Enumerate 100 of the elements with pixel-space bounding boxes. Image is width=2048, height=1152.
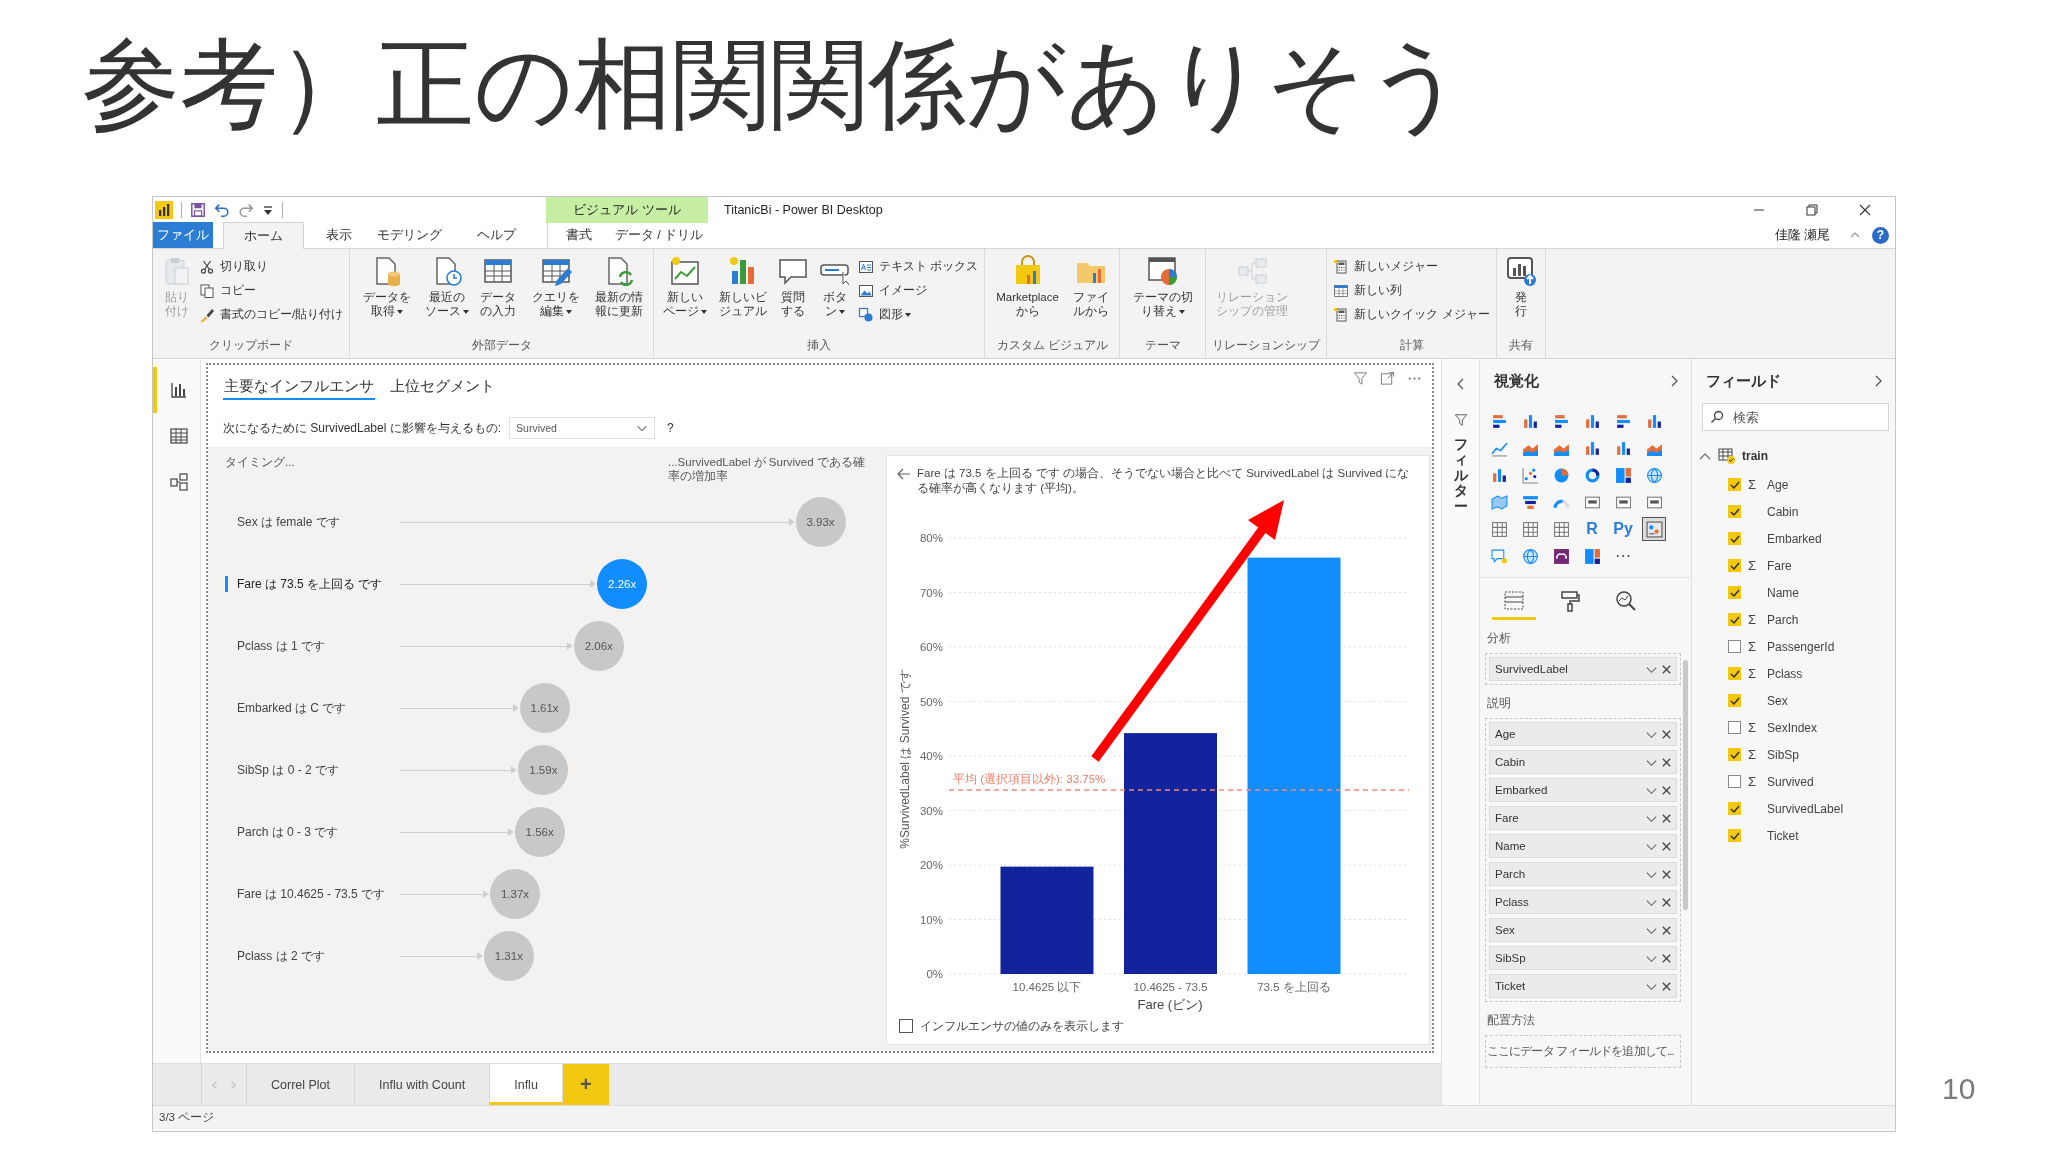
influencer-label[interactable]: Embarked は C です (225, 700, 347, 716)
redo-icon[interactable] (238, 202, 254, 218)
ribbon-tab[interactable]: ファイル (153, 222, 213, 248)
caret-icon[interactable] (904, 312, 911, 317)
field-chip[interactable]: Fare (1489, 806, 1677, 830)
ribbon-button[interactable]: 図形 (857, 304, 979, 325)
influencer-label[interactable]: Fare は 73.5 を上回る です (225, 576, 383, 592)
ribbon-button[interactable]: コピー (199, 280, 344, 301)
ribbon-tab[interactable]: データ / ドリル (609, 222, 709, 248)
close-icon[interactable] (1858, 204, 1871, 216)
checkbox[interactable] (899, 1019, 913, 1033)
ribbon-button[interactable]: テーマの切り替え (1126, 255, 1200, 338)
field-name[interactable]: Name (1767, 585, 1799, 600)
undo-icon[interactable] (214, 202, 230, 218)
influence-bubble[interactable]: 1.56x (514, 807, 565, 857)
ribbon-button[interactable]: Marketplaceから (991, 255, 1065, 338)
field-chip[interactable]: Age (1489, 722, 1677, 746)
field-name[interactable]: Pclass (1767, 666, 1803, 681)
influencer-label[interactable]: Fare は 10.4625 - 73.5 です (225, 886, 386, 902)
field-name[interactable]: Ticket (1767, 828, 1799, 843)
python-visual-icon[interactable]: Py (1611, 517, 1635, 541)
field-chip[interactable]: Pclass (1489, 890, 1677, 914)
field-chip[interactable]: Embarked (1489, 778, 1677, 802)
page-tab[interactable]: Influ (490, 1064, 563, 1105)
chart-bar[interactable] (1000, 866, 1094, 974)
caret-icon[interactable] (565, 309, 572, 314)
ribbon-button[interactable]: イメージ (857, 280, 979, 301)
field-name[interactable]: Fare (1767, 558, 1792, 573)
ribbon-button[interactable]: 切り取り (199, 256, 344, 277)
field-name[interactable]: SurvivedLabel (1767, 801, 1844, 816)
ribbon-button[interactable]: 新しいビジュアル (714, 255, 772, 338)
visual-tab[interactable]: 上位セグメント (389, 374, 496, 400)
data-view-icon[interactable] (168, 426, 189, 446)
app-logo-icon[interactable] (155, 201, 173, 219)
field-name[interactable]: SibSp (1767, 747, 1800, 762)
field-chip[interactable]: Sex (1489, 918, 1677, 942)
influencer-label[interactable]: SibSp は 0 - 2 です (225, 762, 340, 778)
influencer-label[interactable]: Pclass は 2 です (225, 948, 326, 964)
influencer-label[interactable]: Parch は 0 - 3 です (225, 824, 339, 840)
ribbon-button[interactable]: データを取得 (356, 255, 418, 338)
influence-bubble[interactable]: 2.06x (573, 621, 624, 671)
ribbon-tab[interactable]: 書式 (547, 222, 609, 248)
ribbon-tab[interactable]: ホーム (223, 222, 304, 249)
ribbon-tab[interactable]: ヘルプ (446, 222, 547, 248)
field-chip[interactable]: SurvivedLabel (1489, 657, 1677, 681)
ribbon-button[interactable]: ファイルから (1068, 255, 1114, 338)
help-button[interactable]: ? (1872, 226, 1889, 244)
search-icon[interactable] (1710, 410, 1724, 424)
ribbon-button[interactable]: 最新の情報に更新 (590, 255, 648, 338)
caret-icon[interactable] (462, 309, 469, 314)
field-name[interactable]: Sex (1767, 693, 1788, 708)
checkbox[interactable] (1728, 721, 1741, 734)
save-icon[interactable] (190, 202, 206, 218)
ribbon-button[interactable]: テキスト ボックス (857, 256, 979, 277)
table-name[interactable]: train (1742, 449, 1768, 463)
ribbon-button[interactable]: 新しい列 (1333, 280, 1490, 301)
influence-bubble[interactable]: 1.31x (483, 931, 534, 981)
influence-bubble[interactable]: 3.93x (795, 497, 846, 547)
field-chip[interactable]: Parch (1489, 862, 1677, 886)
influence-bubble[interactable]: 1.37x (490, 869, 540, 919)
ribbon-button[interactable]: ボタン (815, 255, 854, 338)
filters-pane-label[interactable]: フィルター (1453, 437, 1468, 514)
more-icon[interactable]: ⋯ (1611, 544, 1635, 568)
field-name[interactable]: SexIndex (1767, 720, 1818, 735)
ribbon-button[interactable]: クエリを編集 (525, 255, 587, 338)
field-chip[interactable]: Cabin (1489, 750, 1677, 774)
caret-icon[interactable] (396, 309, 403, 314)
field-name[interactable]: Age (1767, 477, 1789, 492)
checkbox[interactable] (1728, 775, 1741, 788)
focus-mode-icon[interactable] (1380, 371, 1395, 386)
ribbon-button[interactable]: 発行 (1502, 255, 1539, 338)
ribbon-button[interactable]: データの入力 (475, 255, 522, 338)
ribbon-tab[interactable]: 表示 (304, 222, 373, 248)
field-chip[interactable]: Name (1489, 834, 1677, 858)
dropdown[interactable]: Survived (509, 417, 656, 439)
ribbon-button[interactable]: 書式のコピー/貼り付け (199, 304, 344, 325)
influence-bubble[interactable]: 1.61x (519, 683, 570, 733)
key-influencers-icon[interactable] (1642, 517, 1666, 541)
r-visual-icon[interactable]: R (1580, 517, 1604, 541)
field-chip[interactable]: Ticket (1489, 974, 1677, 998)
influence-bubble[interactable]: 1.59x (518, 745, 569, 795)
field-name[interactable]: Parch (1767, 612, 1799, 627)
report-view-icon[interactable] (168, 380, 189, 400)
analytics-icon[interactable] (1614, 588, 1638, 613)
scrollbar-thumb[interactable] (1683, 660, 1688, 910)
field-name[interactable]: PassengerId (1767, 639, 1835, 654)
customize-icon[interactable] (262, 203, 274, 217)
back-arrow-icon[interactable] (897, 467, 911, 481)
field-name[interactable]: Embarked (1767, 531, 1822, 546)
fields-icon[interactable] (1502, 588, 1526, 613)
ribbon-button[interactable]: 質問する (775, 255, 812, 338)
influencer-label[interactable]: Sex は female です (225, 514, 340, 530)
visual-tab[interactable]: 主要なインフルエンサ (223, 374, 375, 400)
ribbon-button[interactable]: 新しいクイック メジャー (1333, 304, 1490, 325)
ribbon-button[interactable]: 新しいページ (660, 255, 711, 338)
ribbon-button[interactable]: 最近のソース (421, 255, 472, 338)
influencer-label[interactable]: Pclass は 1 です (225, 638, 326, 654)
help-link[interactable]: ? (667, 421, 674, 435)
restore-icon[interactable] (1805, 204, 1818, 216)
caret-icon[interactable] (1178, 309, 1185, 314)
